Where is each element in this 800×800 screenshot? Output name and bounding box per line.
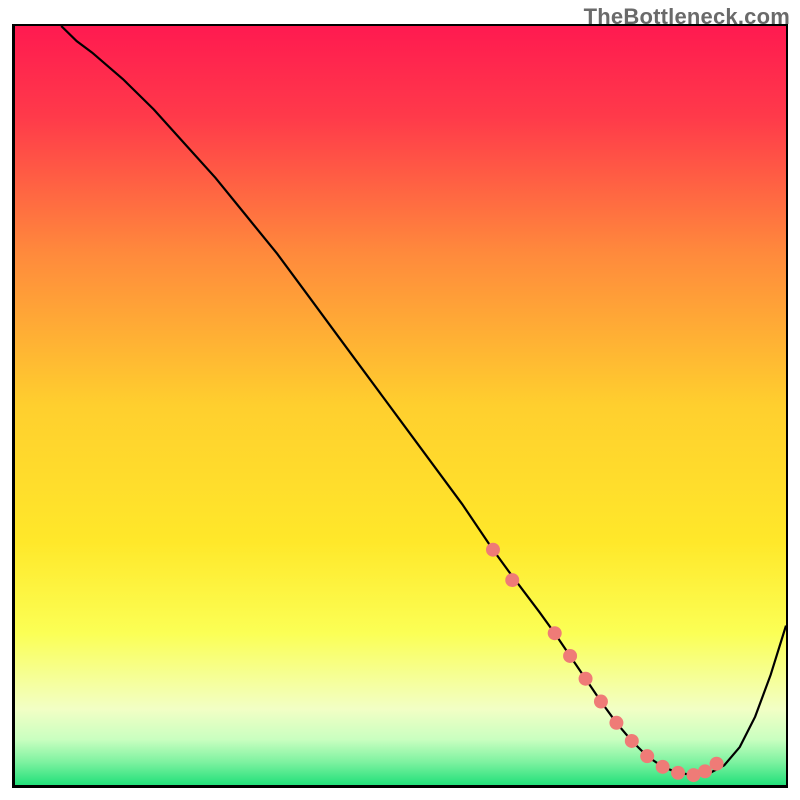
chart-container: TheBottleneck.com bbox=[0, 0, 800, 800]
gradient-background bbox=[15, 26, 786, 785]
marker-dot bbox=[710, 757, 724, 771]
plot-svg bbox=[15, 26, 786, 785]
marker-dot bbox=[594, 695, 608, 709]
marker-dot bbox=[640, 749, 654, 763]
marker-dot bbox=[548, 626, 562, 640]
marker-dot bbox=[486, 543, 500, 557]
marker-dot bbox=[563, 649, 577, 663]
marker-dot bbox=[671, 766, 685, 780]
marker-dot bbox=[505, 573, 519, 587]
marker-dot bbox=[656, 760, 670, 774]
marker-dot bbox=[579, 672, 593, 686]
plot-frame bbox=[12, 24, 788, 788]
marker-dot bbox=[698, 764, 712, 778]
marker-dot bbox=[625, 734, 639, 748]
attribution-label: TheBottleneck.com bbox=[584, 4, 790, 30]
marker-dot bbox=[609, 716, 623, 730]
